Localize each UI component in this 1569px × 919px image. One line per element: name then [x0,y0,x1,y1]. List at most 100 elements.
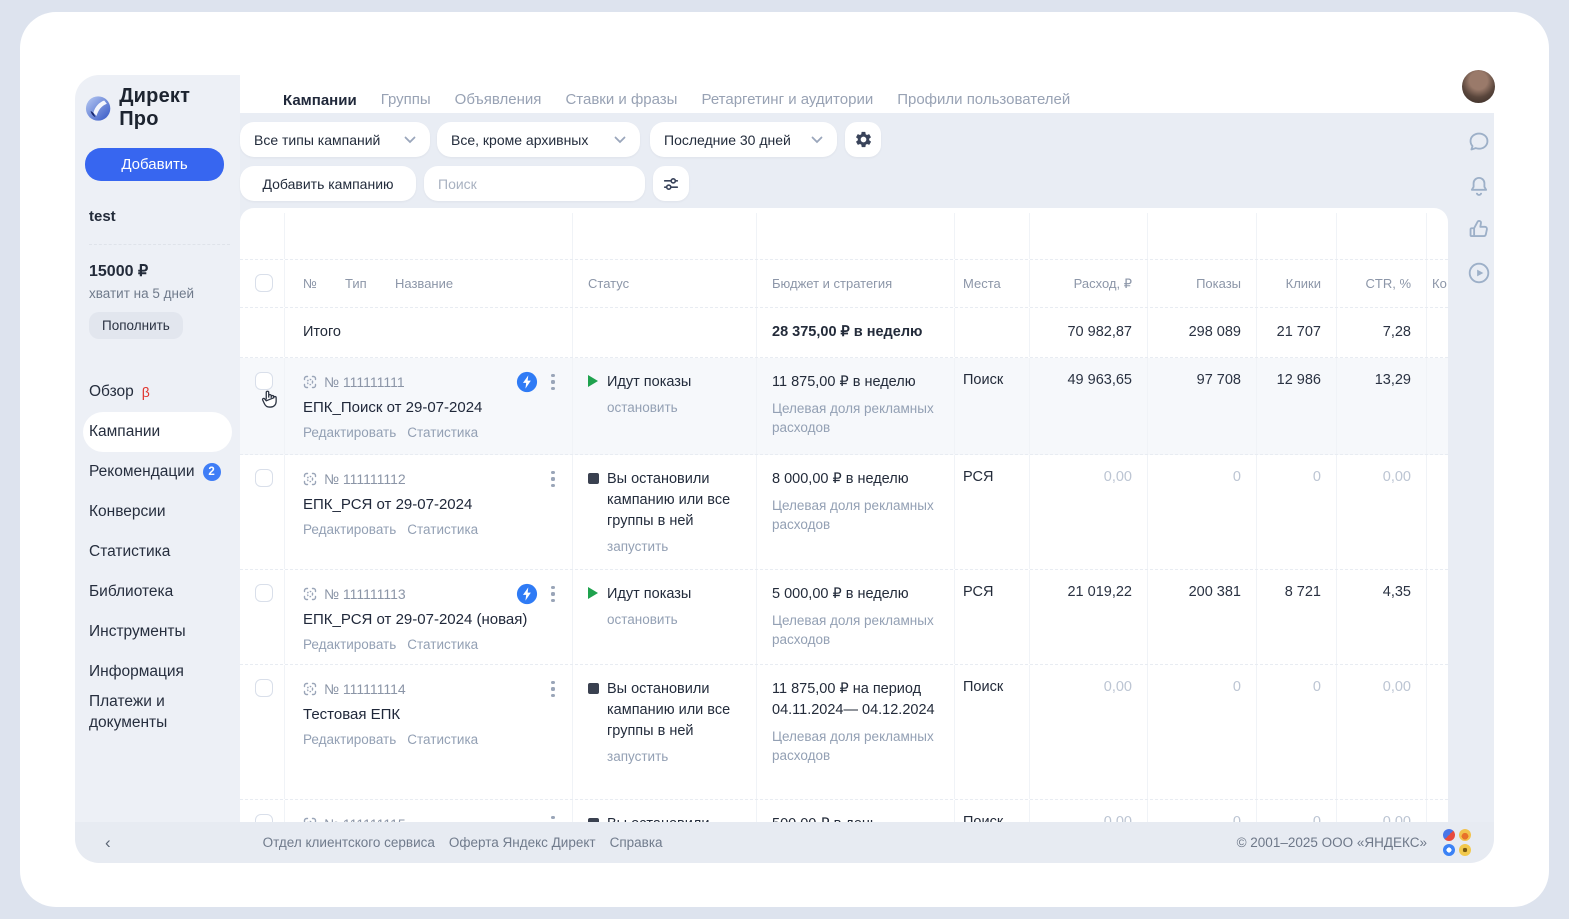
sidebar-item[interactable]: Рекомендации2 [83,452,232,492]
sidebar-item-label: Информация [89,662,184,683]
sidebar-item-label: Инструменты [89,622,186,643]
row-checkbox[interactable] [255,584,273,602]
statistics-link[interactable]: Статистика [407,732,478,747]
totals-budget: 28 375,00 ₽ в неделю [757,308,955,357]
app-title: Директ Про [119,85,232,131]
ctr-cell: 13,29 [1337,358,1427,454]
notifications-bell-icon[interactable] [1466,173,1492,199]
edit-link[interactable]: Редактировать [303,425,396,440]
campaign-name[interactable]: Тестовая ЕПК [285,699,572,725]
campaign-type-icon [303,682,317,696]
sliders-icon [662,175,680,193]
footer-link[interactable]: Справка [610,835,663,850]
places-cell: Поиск [955,800,1030,822]
filter-settings-button[interactable] [653,166,689,201]
col-status[interactable]: Статус [573,260,757,307]
sidebar-item[interactable]: Платежи и документы [83,692,232,734]
beta-badge: β [142,384,150,400]
edit-link[interactable]: Редактировать [303,732,396,747]
sidebar-item-label: Кампании [89,422,160,443]
places-cell: Поиск [955,358,1030,454]
col-spend[interactable]: Расход, ₽ [1030,260,1148,307]
topup-button[interactable]: Пополнить [89,312,183,339]
add-campaign-button[interactable]: Добавить кампанию [240,166,416,201]
col-number[interactable]: № [303,276,317,291]
boost-badge-icon[interactable] [516,371,538,393]
clicks-cell: 0 [1257,455,1337,569]
sidebar-item[interactable]: Конверсии [83,492,232,532]
collapse-sidebar-button[interactable]: ‹ [105,833,111,853]
col-type[interactable]: Тип [345,276,367,291]
sidebar-item[interactable]: Обзорβ [83,372,232,412]
filter-label: Последние 30 дней [664,132,791,148]
kebab-menu[interactable] [548,586,558,602]
search-input[interactable] [424,166,645,201]
campaign-name[interactable]: ЕПК_Поиск от 29-07-2024 [285,392,572,418]
campaign-number: № 111111113 [324,586,406,602]
campaign-name[interactable]: ЕПК_РСЯ от 29-07-2024 [285,489,572,515]
status-icon [588,473,599,484]
status-action-link[interactable]: запустить [607,539,668,554]
footer-link[interactable]: Отдел клиентского сервиса [263,835,435,850]
status-icon [588,683,599,694]
sidebar-item[interactable]: Статистика [83,532,232,572]
tab-item[interactable]: Объявления [455,91,542,110]
clicks-cell: 0 [1257,665,1337,799]
row-checkbox[interactable] [255,469,273,487]
filter-dropdown[interactable]: Последние 30 дней [650,122,837,157]
sidebar-item[interactable]: Информация [83,652,232,692]
edit-link[interactable]: Редактировать [303,522,396,537]
row-checkbox[interactable] [255,372,273,390]
filter-dropdown[interactable]: Все типы кампаний [240,122,430,157]
select-all-checkbox[interactable] [255,274,273,292]
statistics-link[interactable]: Статистика [407,425,478,440]
sidebar-item-label: Библиотека [89,582,173,603]
play-video-icon[interactable] [1466,260,1492,286]
status-action-link[interactable]: запустить [607,749,668,764]
sidebar-item-label: Статистика [89,542,170,563]
edit-link[interactable]: Редактировать [303,637,396,652]
col-budget[interactable]: Бюджет и стратегия [757,260,955,307]
col-places[interactable]: Места [955,260,1030,307]
sidebar-item-label: Рекомендации [89,462,195,483]
status-icon [588,587,598,599]
budget-text: 11 875,00 ₽ на период 04.11.2024— 04.12.… [772,679,938,721]
col-clicks[interactable]: Клики [1257,260,1337,307]
user-avatar[interactable] [1462,70,1495,103]
sidebar-item[interactable]: Библиотека [83,572,232,612]
footer: ‹ Отдел клиентского сервиса Оферта Яндекс… [75,822,1494,863]
row-checkbox[interactable] [255,679,273,697]
kebab-menu[interactable] [548,374,558,390]
kebab-menu[interactable] [548,471,558,487]
campaign-number: № 111111114 [324,681,406,697]
tab-item[interactable]: Ретаргетинг и аудитории [701,91,873,110]
chat-icon[interactable] [1466,129,1492,155]
add-campaign-label: Добавить кампанию [262,176,393,192]
tab-item[interactable]: Профили пользователей [897,91,1070,110]
add-button[interactable]: Добавить [85,148,224,181]
support-widget-icon[interactable] [1443,829,1472,856]
campaign-name[interactable]: ЕПК_РСЯ от 29-07-2024 (новая) [285,604,572,630]
strategy-text: Целевая доля рекламных расходов [772,612,938,650]
columns-settings-button[interactable] [845,122,881,157]
kebab-menu[interactable] [548,681,558,697]
filter-dropdown[interactable]: Все, кроме архивных [437,122,640,157]
status-action-link[interactable]: остановить [607,612,678,627]
thumbs-up-icon[interactable] [1466,216,1492,242]
sidebar-nav: Обзорβ Кампании Рекомендации2Конверсии Стат… [83,372,232,734]
budget-text: 500,00 ₽ в день [772,814,938,822]
col-impressions[interactable]: Показы [1148,260,1257,307]
status-action-link[interactable]: остановить [607,400,678,415]
col-ctr[interactable]: CTR, % [1337,260,1427,307]
statistics-link[interactable]: Статистика [407,522,478,537]
col-name[interactable]: Название [395,276,453,291]
tab-item[interactable]: Группы [381,91,431,110]
sidebar-item[interactable]: Инструменты [83,612,232,652]
row-checkbox[interactable] [255,814,273,822]
campaigns-table: № Тип Название Статус Бюджет и стратегия… [240,208,1448,822]
statistics-link[interactable]: Статистика [407,637,478,652]
boost-badge-icon[interactable] [516,583,538,605]
sidebar-item[interactable]: Кампании [83,412,232,452]
footer-link[interactable]: Оферта Яндекс Директ [449,835,596,850]
tab-item[interactable]: Ставки и фразы [565,91,677,110]
